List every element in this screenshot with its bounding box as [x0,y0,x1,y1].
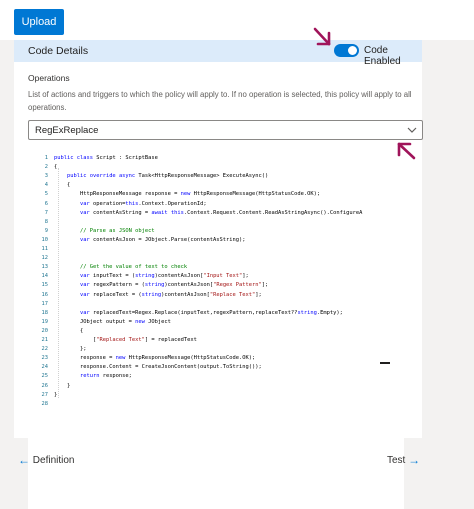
line-number: 19 [41,318,49,325]
code-text: { [54,164,58,171]
line-number: 26 [41,382,49,389]
line-number: 22 [41,346,49,353]
code-text: } [54,391,58,398]
footer-area [28,438,404,509]
line-number: 1 [44,155,48,161]
code-text: { [54,327,84,334]
code-details-header[interactable]: Code Details Code Enabled [14,40,422,67]
line-number: 11 [41,246,49,252]
code-text: response.Content = CreateJsonContent(out… [54,364,262,371]
code-text: var contentAsJson = JObject.Parse(conten… [79,236,246,243]
code-text: var replacedText=Regex.Replace(inputText… [79,309,343,316]
line-number: 27 [41,391,49,398]
line-number: 4 [44,182,48,189]
line-number: 25 [41,373,49,380]
code-text: }; [54,346,87,353]
code-text: JObject output = new JObject [54,318,171,325]
upload-button[interactable]: Upload [14,9,64,35]
line-number: 10 [41,236,49,243]
line-number: 17 [41,300,49,307]
line-number: 8 [44,218,48,225]
line-number: 21 [41,337,49,343]
code-text: response = new HttpResponseMessage(HttpS… [54,355,256,362]
line-number: 14 [41,273,49,280]
line-number: 16 [41,291,49,298]
code-text: var contentAsString = await this.Context… [79,209,363,216]
line-number: 28 [41,400,49,407]
line-number: 7 [44,209,48,216]
line-number: 6 [44,200,48,207]
test-nav-link[interactable]: Test → [387,453,420,467]
line-number: 12 [41,255,49,262]
chevron-down-icon [407,127,417,133]
code-text: ["Replaced Text"] = replacedText [54,337,197,343]
code-text: } [54,382,71,389]
code-enabled-toggle[interactable] [334,44,359,57]
code-text: // Get the value of text to check [54,264,188,271]
code-text: public class Script : ScriptBase [54,155,158,161]
line-number: 20 [41,327,49,334]
code-enabled-label: Code Enabled [364,45,401,67]
line-number: 2 [44,164,48,171]
operations-label: Operations [28,73,70,83]
annotation-arrow-toggle [313,27,331,46]
code-text: { [54,182,71,189]
operations-dropdown[interactable]: RegExReplace [28,120,423,140]
definition-nav-label: Definition [32,455,75,466]
line-number: 5 [44,191,48,198]
test-nav-label: Test [387,455,406,466]
arrow-left-icon: ← [18,453,30,467]
line-number: 9 [44,227,48,234]
arrow-right-icon: → [408,453,421,467]
code-text: var regexPattern = (string)contentAsJson… [79,282,269,289]
code-text: // Parse as JSON object [54,227,155,234]
operations-selected-value: RegExReplace [35,125,99,136]
editor-scroll-indicator [380,362,390,364]
operations-description: List of actions and triggers to which th… [28,90,412,112]
code-editor[interactable]: 1 public class Script : ScriptBase 2 {3 pub… [28,151,409,417]
code-text: HttpResponseMessage response = new HttpR… [54,191,321,198]
line-number: 13 [41,264,49,271]
code-text: return response; [79,373,132,380]
line-number: 23 [41,355,49,362]
panel-title: Code Details [28,45,89,57]
line-number: 3 [44,173,48,180]
toggle-knob [348,46,357,55]
line-number: 24 [41,364,49,371]
annotation-arrow-dropdown [397,142,416,160]
line-number: 18 [41,309,49,316]
code-text: public override async Task<HttpResponseM… [66,173,269,180]
definition-nav-link[interactable]: ← Definition [18,453,74,467]
line-number: 15 [41,282,49,289]
code-text: var operation=this.Context.OperationId; [79,200,207,207]
toolbar: Upload [0,0,474,40]
code-details-panel: Code Details Code Enabled Operations Lis… [14,40,423,438]
code-text: var replaceText = (string)contentAsJson[… [79,291,262,298]
code-text: var inputText = (string)contentAsJson["I… [79,273,249,280]
